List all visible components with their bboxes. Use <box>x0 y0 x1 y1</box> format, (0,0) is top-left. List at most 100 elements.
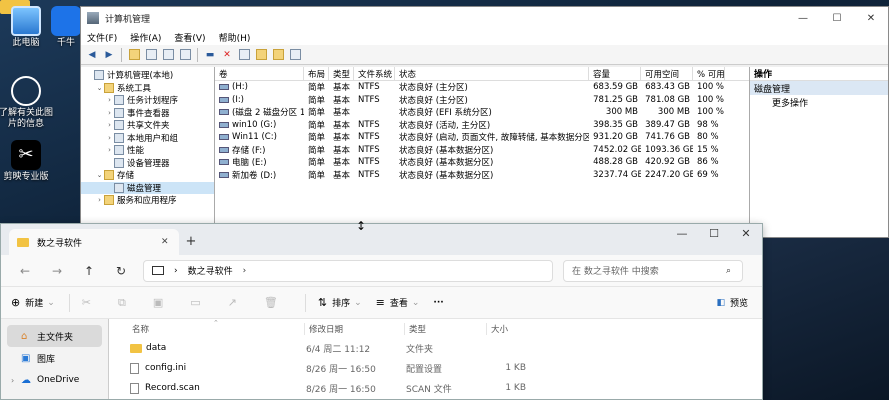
chevron-down-icon[interactable]: ⌄ <box>95 171 104 179</box>
file-row[interactable]: data 6/4 周二 11:12 文件夹 <box>109 338 762 358</box>
actions-more[interactable]: 更多操作 <box>750 95 888 109</box>
volume-row[interactable]: win10 (G:) 简单 基本 NTFS 状态良好 (活动, 主分区) 398.35 G… <box>215 119 749 132</box>
chevron-right-icon[interactable]: › <box>95 196 104 204</box>
tab-shuzhixun[interactable]: 数之寻软件 ✕ <box>9 229 179 255</box>
connect-icon[interactable]: ▬ <box>203 48 217 62</box>
volume-row[interactable]: 新加卷 (D:) 简单 基本 NTFS 状态良好 (基本数据分区) 3237.74 GB 2… <box>215 169 749 182</box>
tree-node[interactable]: › 共享文件夹 <box>81 119 214 132</box>
breadcrumb-separator[interactable]: › <box>243 266 247 276</box>
preview-pane-button[interactable]: ◧ 预览 <box>716 296 748 310</box>
column-header-date[interactable]: 修改日期 <box>304 322 404 335</box>
tree-node[interactable]: › 服务和应用程序 <box>81 194 214 207</box>
new-tab-button[interactable]: + <box>179 229 203 255</box>
close-button[interactable]: ✕ <box>854 13 888 24</box>
rename-button[interactable]: ▭ <box>190 296 205 309</box>
address-bar[interactable]: › 数之寻软件 › <box>143 259 553 282</box>
new-button[interactable]: ⊕ 新建 ⌄ <box>11 296 55 309</box>
sort-button[interactable]: ⇅ 排序 ⌄ <box>318 296 362 309</box>
details-icon[interactable] <box>288 48 302 62</box>
tree-node[interactable]: ⌄ 系统工具 <box>81 82 214 95</box>
delete-button[interactable]: 🗑 <box>264 296 283 309</box>
refresh-icon[interactable]: ↻ <box>105 264 137 278</box>
volume-row[interactable]: (磁盘 2 磁盘分区 1) 简单 基本 状态良好 (EFI 系统分区) 300 MB 30… <box>215 106 749 119</box>
tab-close-icon[interactable]: ✕ <box>161 237 179 247</box>
chevron-right-icon[interactable]: › <box>105 96 114 104</box>
share-button[interactable]: ↗ <box>228 296 242 309</box>
menu-action[interactable]: 操作(A) <box>130 31 161 44</box>
back-arrow-icon[interactable]: ◀ <box>85 48 99 62</box>
up-folder-icon[interactable] <box>127 48 141 62</box>
tree-node[interactable]: 磁盘管理 <box>81 181 214 194</box>
desktop-icon-spotlight[interactable]: 了解有关此图 片的信息 <box>0 76 56 130</box>
maximize-button[interactable]: ☐ <box>820 13 854 24</box>
actions-disk-management[interactable]: 磁盘管理 <box>750 81 888 95</box>
menu-help[interactable]: 帮助(H) <box>219 31 251 44</box>
nav-onedrive[interactable]: › ☁ OneDrive <box>7 369 108 391</box>
column-header-filesystem[interactable]: 文件系统 <box>354 67 395 80</box>
tree-node-label: 存储 <box>117 171 135 182</box>
search-input[interactable]: 在 数之寻软件 中搜索 ⌕ <box>563 259 743 282</box>
paste-button[interactable]: ▣ <box>153 296 168 309</box>
tree-node[interactable]: 计算机管理(本地) <box>81 69 214 82</box>
title-bar[interactable]: 计算机管理 — ☐ ✕ <box>81 7 888 29</box>
help-icon[interactable] <box>178 48 192 62</box>
open-folder-icon[interactable] <box>271 48 285 62</box>
volume-row[interactable]: (I:) 简单 基本 NTFS 状态良好 (主分区) 781.25 GB 781.08 GB… <box>215 94 749 107</box>
main-panes: 计算机管理(本地) ⌄ 系统工具 › 任务计划程序 › 事件查看器 › 共享文件夹 › 本地用户和组… <box>81 67 888 237</box>
nav-gallery[interactable]: ▣ 图库 <box>7 347 108 369</box>
forward-arrow-icon[interactable]: ▶ <box>102 48 116 62</box>
volume-row[interactable]: 存储 (F:) 简单 基本 NTFS 状态良好 (基本数据分区) 7452.02 GB 10… <box>215 144 749 157</box>
command-bar: ⊕ 新建 ⌄ ✂ ⧉ ▣ ▭ ↗ 🗑 ⇅ 排序 ⌄ ≡ 查看 ⌄ ··· ◧ 预… <box>1 286 762 319</box>
column-header-type[interactable]: 类型 <box>404 322 486 335</box>
up-arrow-icon[interactable]: ↑ <box>73 264 105 278</box>
tree-node[interactable]: › 任务计划程序 <box>81 94 214 107</box>
chevron-right-icon[interactable]: › <box>105 146 114 154</box>
volume-cell: 741.76 GB <box>645 132 690 143</box>
delete-icon[interactable]: ✕ <box>220 48 234 62</box>
copy-button[interactable]: ⧉ <box>118 296 131 310</box>
close-button[interactable]: ✕ <box>730 224 762 244</box>
chevron-right-icon[interactable]: › <box>105 134 114 142</box>
menu-view[interactable]: 查看(V) <box>174 31 205 44</box>
column-header-status[interactable]: 状态 <box>395 67 589 80</box>
nav-home[interactable]: ⌂ 主文件夹 <box>7 325 102 347</box>
chevron-right-icon[interactable]: › <box>105 109 114 117</box>
volume-row[interactable]: (H:) 简单 基本 NTFS 状态良好 (主分区) 683.59 GB 683.43 GB… <box>215 81 749 94</box>
tree-node[interactable]: › 事件查看器 <box>81 107 214 120</box>
tree-node[interactable]: › 本地用户和组 <box>81 132 214 145</box>
check-icon[interactable] <box>237 48 251 62</box>
forward-arrow-icon[interactable]: → <box>41 264 73 278</box>
file-row[interactable]: Record.scan 8/26 周一 16:50 SCAN 文件 1 KB <box>109 378 762 398</box>
view-button[interactable]: ≡ 查看 ⌄ <box>376 296 420 309</box>
column-header-percent-free[interactable]: % 可用 <box>693 67 725 80</box>
console-tree-icon[interactable] <box>144 48 158 62</box>
maximize-button[interactable]: ☐ <box>698 224 730 244</box>
properties-icon[interactable] <box>161 48 175 62</box>
view-list-icon: ≡ <box>375 296 385 309</box>
file-row[interactable]: config.ini 8/26 周一 16:50 配置设置 1 KB <box>109 358 762 378</box>
chevron-down-icon[interactable]: ⌄ <box>95 84 104 92</box>
breadcrumb-current[interactable]: 数之寻软件 <box>188 264 233 277</box>
column-header-layout[interactable]: 布局 <box>304 67 329 80</box>
cut-button[interactable]: ✂ <box>82 296 96 309</box>
back-arrow-icon[interactable]: ← <box>9 264 41 278</box>
volume-row[interactable]: Win11 (C:) 简单 基本 NTFS 状态良好 (启动, 页面文件, 故障转储, … <box>215 131 749 144</box>
breadcrumb-separator[interactable]: › <box>174 266 178 276</box>
column-header-free-space[interactable]: 可用空间 <box>641 67 693 80</box>
minimize-button[interactable]: — <box>786 13 820 24</box>
volume-cell: 基本 <box>333 145 351 156</box>
chevron-right-icon[interactable]: › <box>105 121 114 129</box>
column-header-size[interactable]: 大小 <box>486 322 536 335</box>
search-folder-icon[interactable] <box>254 48 268 62</box>
more-options-button[interactable]: ··· <box>433 298 443 308</box>
column-header-volume[interactable]: 卷 <box>215 67 304 80</box>
minimize-button[interactable]: — <box>666 224 698 244</box>
desktop-icon-capcut[interactable]: ✂ 剪映专业版 <box>0 140 56 183</box>
volume-row[interactable]: 电脑 (E:) 简单 基本 NTFS 状态良好 (基本数据分区) 488.28 GB 420… <box>215 156 749 169</box>
tree-node[interactable]: › 性能 <box>81 144 214 157</box>
tree-node[interactable]: 设备管理器 <box>81 157 214 170</box>
tree-node[interactable]: ⌄ 存储 <box>81 169 214 182</box>
menu-file[interactable]: 文件(F) <box>87 31 117 44</box>
column-header-type[interactable]: 类型 <box>329 67 354 80</box>
column-header-capacity[interactable]: 容量 <box>589 67 641 80</box>
